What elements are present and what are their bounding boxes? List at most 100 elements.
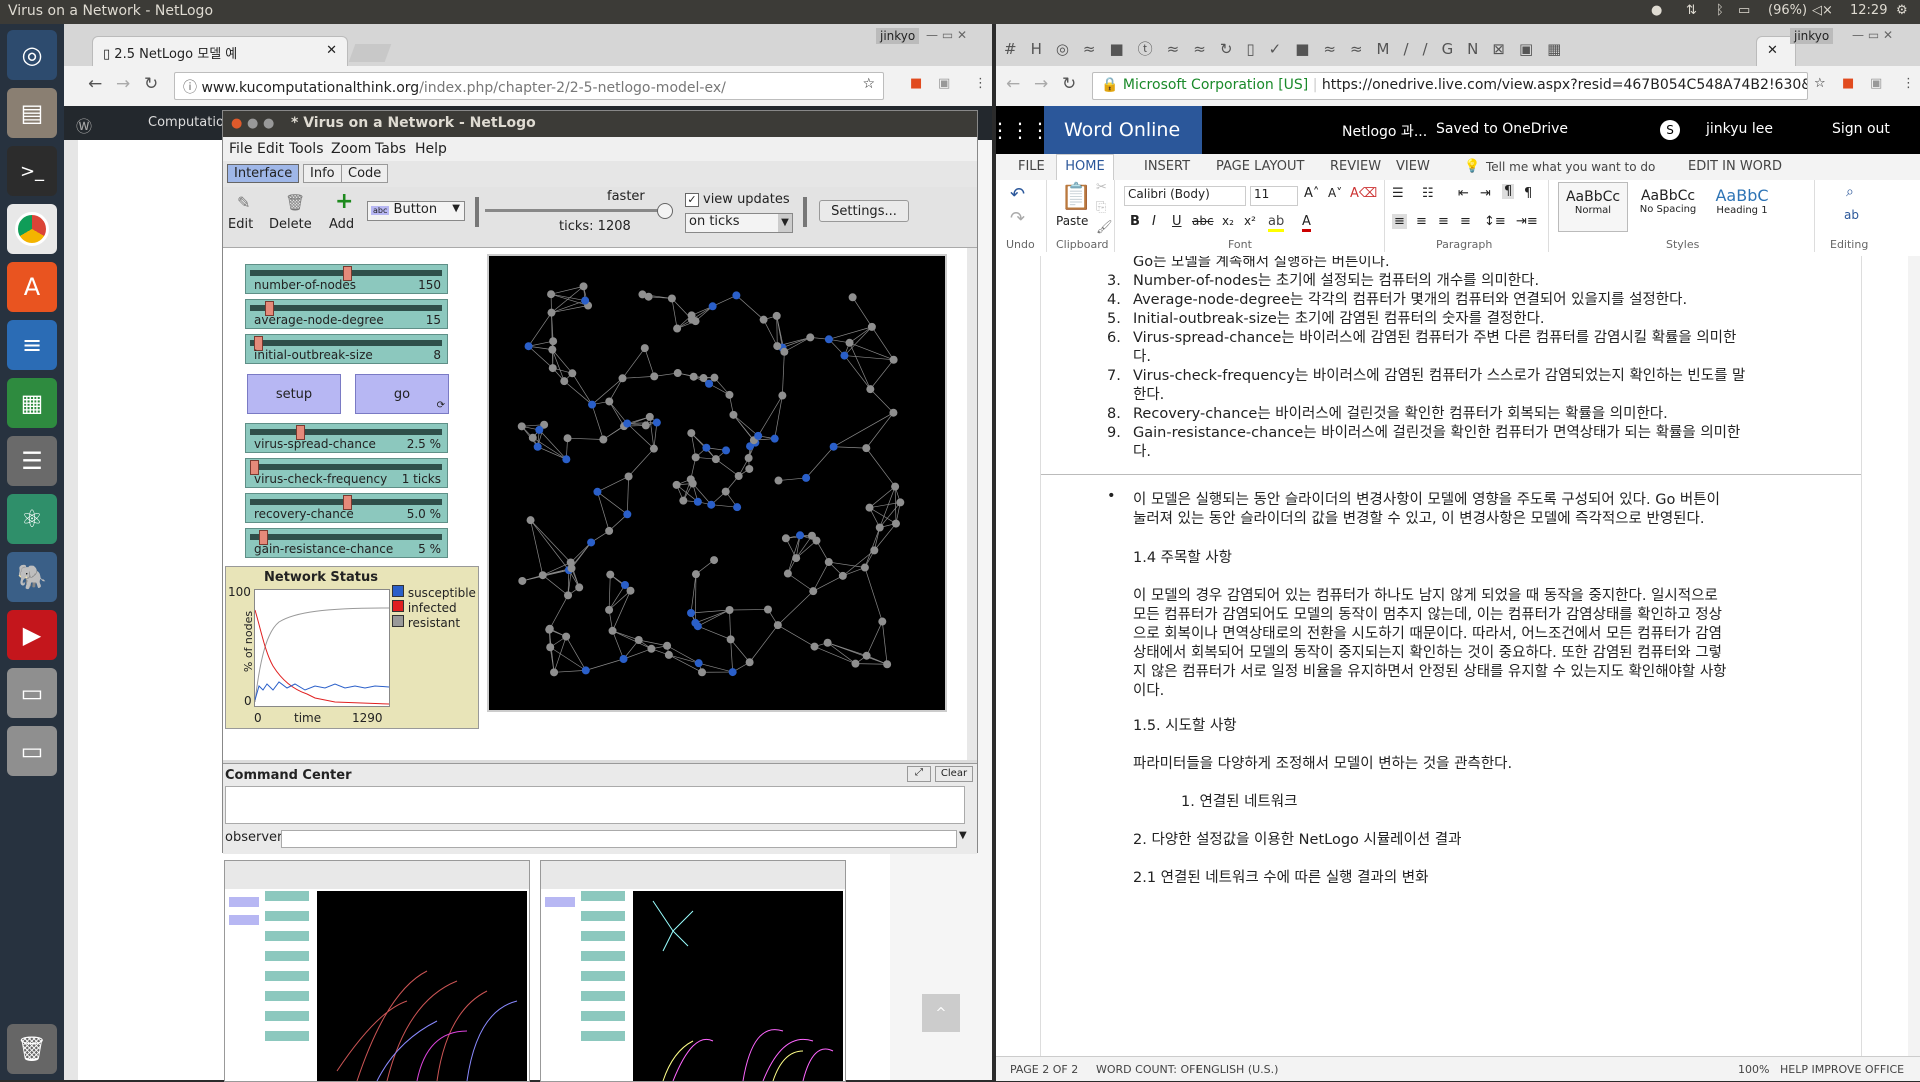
settings-button[interactable]: Settings... xyxy=(819,200,909,222)
tab-interface[interactable]: Interface xyxy=(227,164,299,183)
style-normal[interactable]: AaBbCcNormal xyxy=(1558,182,1628,232)
paste-icon[interactable]: 📋 xyxy=(1060,182,1092,212)
grow-font-icon[interactable]: A˄ xyxy=(1304,186,1319,201)
wordpress-icon[interactable]: Ⓦ xyxy=(76,113,92,137)
command-input[interactable] xyxy=(281,830,957,848)
new-tab-button[interactable] xyxy=(349,44,392,62)
bluetooth-icon[interactable]: ᛒ xyxy=(1716,3,1724,18)
atom-icon[interactable]: ⚛ xyxy=(7,494,57,544)
speed-slider-knob[interactable] xyxy=(657,203,673,219)
increase-indent-icon[interactable]: ⇥ xyxy=(1480,186,1491,201)
window-controls[interactable]: — ▭ ✕ xyxy=(1852,28,1893,42)
superscript-icon[interactable]: x² xyxy=(1244,214,1256,228)
pinned-tabs[interactable]: #H◎≈■ⓣ≈≈↻▯✓■≈≈M//GN⊠▣▦ xyxy=(1004,38,1764,64)
detach-icon[interactable]: ⤢ xyxy=(907,766,931,782)
slider-recovery-chance[interactable]: recovery-chance 5.0 % xyxy=(245,493,448,523)
align-right-icon[interactable]: ≡ xyxy=(1438,214,1449,229)
close-window-icon[interactable]: ● xyxy=(231,116,242,131)
network-icon[interactable]: ⇅ xyxy=(1686,3,1697,18)
address-bar[interactable]: 🔒 Microsoft Corporation [US] | https://o… xyxy=(1092,72,1808,100)
battery-icon[interactable]: ▭ xyxy=(1738,3,1750,18)
star-icon[interactable]: ☆ xyxy=(862,76,875,92)
files-icon[interactable]: ▤ xyxy=(7,88,57,138)
tab-info[interactable]: Info xyxy=(303,164,342,183)
align-center-icon[interactable]: ≡ xyxy=(1416,214,1427,229)
app-launcher-icon[interactable]: ⋮⋮⋮ xyxy=(996,106,1044,154)
reload-icon[interactable]: ↻ xyxy=(144,74,158,94)
user-name[interactable]: jinkyu lee xyxy=(1706,121,1773,137)
extension-icon[interactable]: ▣ xyxy=(938,76,950,91)
decrease-indent-icon[interactable]: ⇤ xyxy=(1458,186,1469,201)
screenshot-thumbnail[interactable] xyxy=(540,860,846,1082)
star-icon[interactable]: ☆ xyxy=(1814,76,1826,91)
menu-help[interactable]: Help xyxy=(415,141,447,157)
menu-zoom[interactable]: Zoom xyxy=(331,141,371,157)
slider-gain-resistance-chance[interactable]: gain-resistance-chance 5 % xyxy=(245,528,448,558)
widget-type-select[interactable]: abc Button ▼ xyxy=(367,201,465,221)
tell-me-box[interactable]: Tell me what you want to do xyxy=(1486,160,1655,174)
undo-icon[interactable]: ↶ xyxy=(1010,184,1025,205)
spelling-icon[interactable]: ab xyxy=(1844,208,1859,222)
site-name[interactable]: Computatio xyxy=(148,115,224,130)
database-icon[interactable]: ☰ xyxy=(7,436,57,486)
go-button[interactable]: go ⟳ xyxy=(355,374,449,414)
slider-initial-outbreak-size[interactable]: initial-outbreak-size 8 xyxy=(245,334,448,364)
window-controls[interactable]: — ▭ ✕ xyxy=(926,28,967,42)
menu-tools[interactable]: Tools xyxy=(289,141,324,157)
menu-file[interactable]: File xyxy=(229,141,252,157)
calc-icon[interactable]: ▦ xyxy=(7,378,57,428)
speed-slider[interactable] xyxy=(485,209,663,212)
font-name-select[interactable]: Calibri (Body) xyxy=(1124,186,1246,206)
profile-label[interactable]: jinkyo xyxy=(876,28,919,44)
view-updates-checkbox[interactable]: ✓ xyxy=(685,193,699,207)
postgres-icon[interactable]: 🐘 xyxy=(7,552,57,602)
font-color-icon[interactable]: A xyxy=(1302,214,1311,232)
setup-button[interactable]: setup xyxy=(247,374,341,414)
slider-average-node-degree[interactable]: average-node-degree 15 xyxy=(245,299,448,329)
bold-icon[interactable]: B xyxy=(1130,214,1140,229)
tab-page-layout[interactable]: PAGE LAYOUT xyxy=(1216,159,1304,174)
interface-scrollbar[interactable] xyxy=(967,248,977,760)
tab-view[interactable]: VIEW xyxy=(1396,159,1430,174)
slider-number-of-nodes[interactable]: number-of-nodes 150 xyxy=(245,264,448,294)
strikethrough-icon[interactable]: abc xyxy=(1192,214,1214,228)
ubuntu-icon[interactable]: ◎ xyxy=(7,30,57,80)
highlight-icon[interactable]: ab xyxy=(1268,214,1284,232)
font-size-select[interactable]: 11 xyxy=(1250,186,1298,206)
tab-review[interactable]: REVIEW xyxy=(1330,159,1381,174)
world-view[interactable] xyxy=(487,254,947,712)
language[interactable]: ENGLISH (U.S.) xyxy=(1196,1063,1278,1076)
update-mode-select[interactable]: on ticks ▼ xyxy=(685,213,793,233)
plus-icon[interactable]: + xyxy=(335,189,353,214)
office-icon[interactable]: ■ xyxy=(910,76,922,91)
trash-icon[interactable]: 🗑 xyxy=(7,1024,57,1074)
shrink-font-icon[interactable]: A˅ xyxy=(1328,186,1342,200)
edit-button[interactable]: Edit xyxy=(228,217,253,232)
tab-home[interactable]: HOME xyxy=(1056,154,1114,180)
document-scrollbar[interactable] xyxy=(1908,256,1920,1056)
style-no-spacing[interactable]: AaBbCcNo Spacing xyxy=(1634,182,1702,230)
clock[interactable]: 12:29 xyxy=(1850,3,1887,18)
menu-tabs[interactable]: Tabs xyxy=(375,141,406,157)
trash-icon[interactable]: 🗑 xyxy=(285,193,305,212)
close-icon[interactable]: ✕ xyxy=(1767,43,1778,58)
software-center-icon[interactable]: A xyxy=(7,262,57,312)
cut-icon[interactable]: ✂ xyxy=(1096,180,1107,195)
pencil-icon[interactable]: ✎ xyxy=(237,193,250,212)
document-page[interactable]: Go는 모델을 계속해서 실행하는 버튼이다.3.Number-of-nodes… xyxy=(1040,256,1862,1056)
maximize-window-icon[interactable]: ● xyxy=(263,116,274,131)
battery-percent[interactable]: (96%) xyxy=(1768,3,1807,18)
zoom-level[interactable]: 100% xyxy=(1738,1063,1769,1076)
drive-icon[interactable]: ▭ xyxy=(7,668,57,718)
italic-icon[interactable]: I xyxy=(1152,214,1156,229)
terminal-icon[interactable]: >_ xyxy=(7,146,57,196)
command-output[interactable] xyxy=(225,786,965,824)
menu-icon[interactable]: ⋮ xyxy=(1902,76,1915,91)
paragraph-spacing-icon[interactable]: ⇥≡ xyxy=(1516,214,1538,229)
clear-button[interactable]: Clear xyxy=(935,766,973,782)
bullets-icon[interactable]: ☰ xyxy=(1392,186,1404,201)
justify-icon[interactable]: ≡ xyxy=(1460,214,1471,229)
underline-icon[interactable]: U xyxy=(1172,214,1182,229)
minimize-window-icon[interactable]: ● xyxy=(247,116,258,131)
paste-button[interactable]: Paste xyxy=(1056,214,1088,228)
